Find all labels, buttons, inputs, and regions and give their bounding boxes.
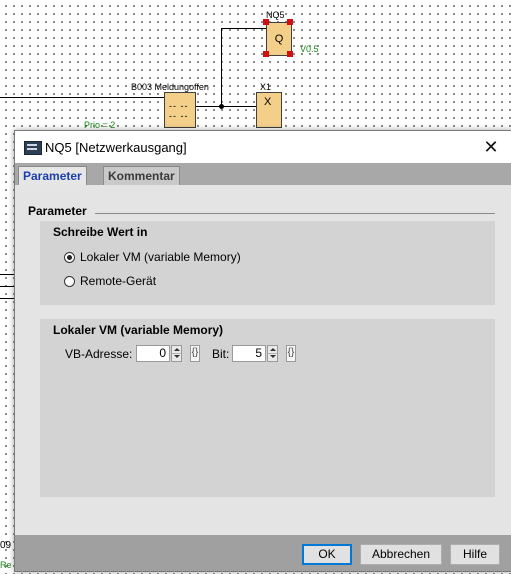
selection-handle[interactable]	[287, 19, 293, 25]
selection-handle[interactable]	[263, 19, 269, 25]
help-button[interactable]: Hilfe	[450, 544, 500, 565]
b003-block-symbol: -- --	[169, 111, 189, 121]
spin-up-icon[interactable]	[268, 346, 277, 354]
spin-down-icon[interactable]	[268, 354, 277, 361]
local-vm-title: Lokaler VM (variable Memory)	[53, 323, 224, 337]
radio-remote-device[interactable]: Remote-Gerät	[64, 274, 156, 288]
nq5-block-symbol: Q	[274, 33, 284, 45]
network-output-dialog: NQ5 [Netzwerkausgang] ✕ Parameter Kommen…	[14, 130, 511, 572]
radio-local-vm-label: Lokaler VM (variable Memory)	[80, 250, 241, 264]
x1-block-symbol: X	[264, 96, 272, 108]
partial-block-label: 09	[0, 540, 12, 551]
vb-address-stepper[interactable]	[171, 345, 182, 362]
tab-strip: Parameter Kommentar	[15, 163, 511, 187]
close-icon: ✕	[483, 137, 499, 157]
vb-address-label: VB-Adresse:	[65, 347, 133, 361]
app-icon	[24, 141, 42, 155]
spin-up-icon[interactable]	[172, 346, 181, 354]
close-button[interactable]: ✕	[470, 131, 511, 163]
write-target-title: Schreibe Wert in	[53, 225, 148, 239]
selection-handle[interactable]	[263, 51, 269, 57]
wire	[194, 106, 256, 107]
vb-address-input[interactable]: 0	[136, 345, 170, 362]
dialog-title: NQ5 [Netzwerkausgang]	[45, 140, 187, 155]
nq5-output-label: V0.5	[300, 44, 319, 54]
ok-button[interactable]: OK	[302, 544, 352, 565]
cancel-button[interactable]: Abbrechen	[360, 544, 442, 565]
write-target-group: Schreibe Wert in Lokaler VM (variable Me…	[40, 221, 495, 305]
tab-parameter[interactable]: Parameter	[18, 166, 87, 187]
bit-stepper[interactable]	[267, 345, 278, 362]
parameter-section-title: Parameter	[28, 204, 87, 218]
partial-block-label: Re	[0, 560, 12, 570]
parameter-panel: Parameter Schreibe Wert in Lokaler VM (v…	[15, 185, 511, 535]
local-vm-group: Lokaler VM (variable Memory) VB-Adresse:…	[40, 319, 495, 497]
radio-local-vm[interactable]: Lokaler VM (variable Memory)	[64, 250, 241, 264]
bit-label: Bit:	[212, 347, 230, 361]
bit-input[interactable]: 5	[232, 345, 266, 362]
b003-block-label: B003 Meldungoffen	[131, 82, 209, 92]
wire	[221, 28, 222, 106]
vb-address-reference-button[interactable]: {}	[190, 345, 200, 362]
section-divider	[95, 213, 495, 214]
tab-kommentar[interactable]: Kommentar	[103, 166, 180, 185]
wire	[0, 298, 14, 299]
radio-button[interactable]	[64, 251, 75, 263]
radio-button[interactable]	[64, 275, 75, 287]
junction-node	[219, 104, 224, 109]
dialog-titlebar[interactable]: NQ5 [Netzwerkausgang] ✕	[15, 131, 511, 163]
b003-block[interactable]: -- -- -- --	[164, 92, 196, 128]
prio-label: Prio = 2	[84, 120, 116, 130]
bit-reference-button[interactable]: {}	[286, 345, 296, 362]
b003-block-symbol: -- --	[169, 101, 189, 111]
x1-block[interactable]: X	[256, 92, 282, 128]
wire	[0, 97, 164, 98]
wire	[0, 274, 14, 275]
radio-remote-device-label: Remote-Gerät	[80, 274, 157, 288]
selection-handle[interactable]	[287, 51, 293, 57]
dialog-footer: OK Abbrechen Hilfe	[15, 535, 511, 571]
wire	[0, 286, 14, 287]
wire	[221, 28, 266, 29]
x1-block-label: X1	[260, 82, 272, 92]
spin-down-icon[interactable]	[172, 354, 181, 361]
